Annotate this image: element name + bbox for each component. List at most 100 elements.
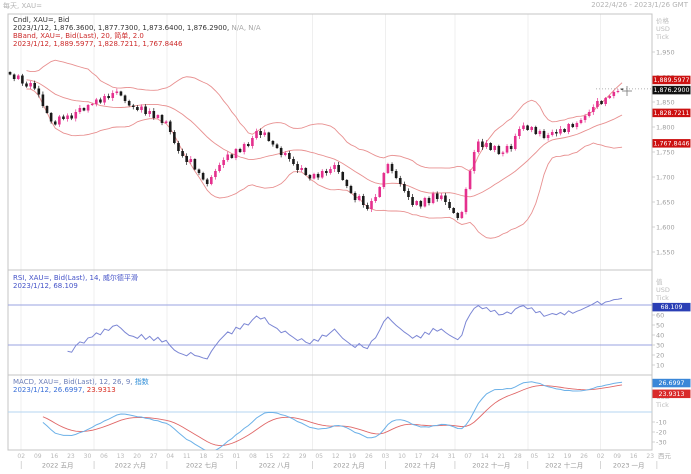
- svg-text:30: 30: [84, 453, 92, 460]
- svg-text:18: 18: [200, 453, 208, 460]
- svg-text:50: 50: [656, 321, 664, 329]
- rsi-series-label: RSI, XAU=, Bid(Last), 14, 威尔德平滑: [13, 274, 138, 282]
- svg-text:05: 05: [315, 453, 323, 460]
- svg-text:07: 07: [464, 453, 472, 460]
- svg-text:20: 20: [656, 351, 664, 359]
- macd-value-label: 2023/1/12, 26.6997,: [13, 386, 85, 394]
- svg-text:1,889.5977: 1,889.5977: [653, 77, 689, 84]
- svg-text:2022 六月: 2022 六月: [115, 461, 147, 470]
- svg-text:1,767.8446: 1,767.8446: [653, 140, 689, 147]
- macd-signal-label: 23.9313: [84, 386, 116, 394]
- svg-text:1,950: 1,950: [656, 48, 675, 56]
- macd-series-label: MACD, XAU=, Bid(Last), 12, 26, 9,: [13, 378, 135, 386]
- svg-text:2023 一月: 2023 一月: [613, 462, 645, 470]
- svg-text:2022 五月: 2022 五月: [42, 462, 74, 470]
- svg-text:60: 60: [656, 311, 664, 319]
- svg-text:1,650: 1,650: [656, 198, 675, 206]
- svg-text:1,750: 1,750: [656, 148, 675, 156]
- svg-text:12: 12: [547, 453, 555, 460]
- svg-text:1,828.7211: 1,828.7211: [653, 110, 689, 117]
- svg-text:1,600: 1,600: [656, 223, 675, 231]
- macd-pane-legend: MACD, XAU=, Bid(Last), 12, 26, 9, 指数 202…: [13, 378, 149, 394]
- svg-text:29: 29: [299, 453, 307, 460]
- svg-text:23: 23: [646, 453, 654, 460]
- era-label: 西元: [658, 452, 672, 460]
- svg-text:2022 七月: 2022 七月: [186, 461, 218, 470]
- svg-text:08: 08: [249, 453, 257, 460]
- bband-values-label: 2023/1/12, 1,889.5977, 1,828.7211, 1,767…: [13, 40, 183, 48]
- svg-text:12: 12: [332, 453, 340, 460]
- svg-text:-20: -20: [656, 428, 667, 436]
- svg-text:1,550: 1,550: [656, 248, 675, 256]
- svg-text:USD: USD: [656, 286, 670, 294]
- bollinger-bands: [26, 59, 623, 239]
- rsi-value-label: 2023/1/12, 68.109: [13, 282, 78, 290]
- svg-text:16: 16: [51, 453, 59, 460]
- svg-text:20: 20: [133, 453, 141, 460]
- svg-text:26: 26: [580, 453, 588, 460]
- chart-canvas[interactable]: 价格USDTick值USDTickUSDTick1,9501,9001,8501…: [0, 0, 691, 474]
- svg-text:25: 25: [216, 453, 224, 460]
- svg-text:03: 03: [382, 453, 390, 460]
- svg-text:40: 40: [656, 331, 664, 339]
- svg-text:31: 31: [448, 453, 456, 460]
- svg-text:-10: -10: [656, 418, 667, 426]
- rsi-pane: [8, 297, 652, 360]
- svg-text:23.9313: 23.9313: [658, 391, 684, 398]
- svg-text:2022 十二月: 2022 十二月: [545, 461, 583, 470]
- candle-values-label: 2023/1/12, 1,876.3600, 1,877.7300, 1,873…: [13, 24, 230, 32]
- svg-text:19: 19: [564, 453, 572, 460]
- svg-text:价格: 价格: [656, 16, 670, 25]
- svg-text:2022 九月: 2022 九月: [333, 461, 365, 470]
- svg-text:06: 06: [100, 453, 108, 460]
- svg-text:28: 28: [514, 453, 522, 460]
- chart-cursor-icon: [622, 86, 632, 96]
- svg-text:24: 24: [431, 453, 439, 460]
- svg-text:USD: USD: [656, 25, 670, 33]
- svg-text:10: 10: [398, 453, 406, 460]
- svg-text:26: 26: [365, 453, 373, 460]
- candle-na-label: N/A, N/A: [229, 24, 261, 32]
- svg-text:2022 十一月: 2022 十一月: [472, 461, 510, 470]
- candlestick-series: [8, 71, 624, 221]
- svg-text:11: 11: [183, 453, 191, 460]
- svg-text:15: 15: [266, 453, 274, 460]
- svg-text:1,876.2900: 1,876.2900: [653, 87, 689, 94]
- svg-text:27: 27: [150, 453, 158, 460]
- svg-text:02: 02: [597, 453, 605, 460]
- svg-text:30: 30: [656, 341, 664, 349]
- main-pane-legend: Cndl, XAU=, Bid 2023/1/12, 1,876.3600, 1…: [13, 16, 261, 48]
- svg-text:Tick: Tick: [655, 401, 669, 409]
- svg-text:13: 13: [117, 453, 125, 460]
- rsi-pane-legend: RSI, XAU=, Bid(Last), 14, 威尔德平滑 2023/1/1…: [13, 274, 138, 290]
- svg-text:21: 21: [497, 453, 505, 460]
- svg-text:17: 17: [415, 453, 423, 460]
- svg-text:05: 05: [531, 453, 539, 460]
- svg-text:09: 09: [34, 453, 42, 460]
- svg-text:-30: -30: [656, 438, 667, 446]
- svg-text:04: 04: [166, 453, 174, 460]
- svg-text:2022 十月: 2022 十月: [404, 461, 436, 470]
- rsi-line: [67, 297, 623, 360]
- svg-text:01: 01: [233, 453, 241, 460]
- svg-text:14: 14: [481, 453, 489, 460]
- svg-text:02: 02: [17, 453, 25, 460]
- x-axis: 02 09 16 23 30 06 13 20 27 04 11 18 25 01 08 15 22 29 05 12…: [17, 452, 671, 470]
- svg-text:1,800: 1,800: [656, 123, 675, 131]
- svg-text:1,850: 1,850: [656, 98, 675, 106]
- svg-text:22: 22: [282, 453, 290, 460]
- svg-text:19: 19: [348, 453, 356, 460]
- svg-text:值: 值: [656, 277, 663, 286]
- svg-text:2022 八月: 2022 八月: [259, 462, 291, 470]
- svg-text:09: 09: [613, 453, 621, 460]
- svg-text:1,700: 1,700: [656, 173, 675, 181]
- macd-method-label: 指数: [134, 378, 149, 386]
- svg-text:26.6997: 26.6997: [658, 380, 684, 387]
- candle-series-label: Cndl, XAU=, Bid: [13, 16, 70, 24]
- svg-text:16: 16: [630, 453, 638, 460]
- bband-series-label: BBand, XAU=, Bid(Last), 20, 简单, 2.0: [13, 32, 144, 40]
- svg-text:Tick: Tick: [655, 294, 669, 302]
- svg-text:10: 10: [656, 361, 664, 369]
- svg-text:Tick: Tick: [655, 33, 669, 41]
- svg-text:68.109: 68.109: [660, 304, 682, 311]
